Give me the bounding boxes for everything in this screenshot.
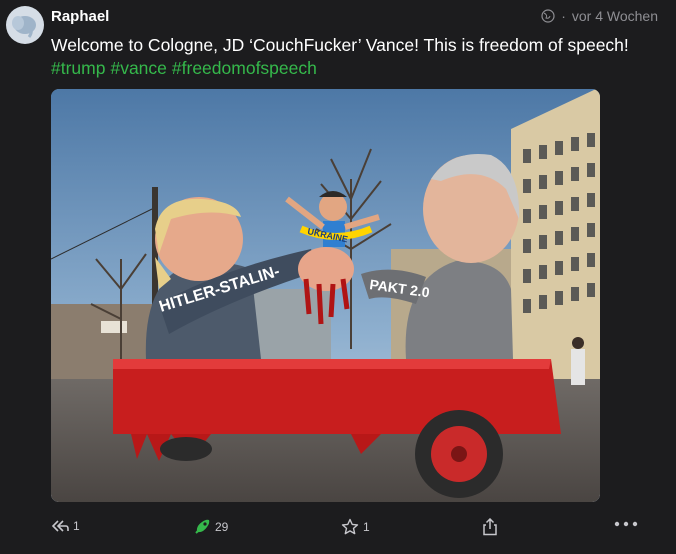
elephant-avatar-icon: [12, 16, 36, 38]
hashtag-list: #trump #vance #freedomofspeech: [51, 57, 661, 80]
more-options-button[interactable]: [614, 521, 638, 527]
rocket-boost-icon: [195, 519, 210, 534]
reply-all-icon: [51, 520, 69, 532]
author-name[interactable]: Raphael: [51, 8, 109, 25]
hashtag-link[interactable]: #vance: [110, 58, 166, 78]
reply-button[interactable]: 1: [51, 518, 80, 534]
post-time[interactable]: vor 4 Wochen: [572, 8, 658, 24]
star-icon: [341, 518, 359, 535]
post-meta: · vor 4 Wochen: [541, 8, 658, 24]
post-content: Welcome to Cologne, JD ‘CouchFucker’ Van…: [51, 34, 661, 80]
globe-icon: [541, 9, 555, 23]
share-button[interactable]: [482, 518, 498, 536]
carnival-float-image: HITLER-STALIN- PAKT 2.0 UKRAINE: [51, 89, 600, 502]
post-image[interactable]: HITLER-STALIN- PAKT 2.0 UKRAINE: [51, 89, 600, 502]
boost-button[interactable]: 29: [193, 518, 228, 536]
reply-count: 1: [73, 519, 80, 533]
hashtag-link[interactable]: #trump: [51, 58, 105, 78]
share-icon: [483, 518, 497, 536]
separator-dot: ·: [561, 8, 566, 24]
avatar[interactable]: [6, 6, 44, 44]
favourite-count: 1: [363, 520, 370, 534]
boost-count: 29: [215, 520, 229, 534]
post-text: Welcome to Cologne, JD ‘CouchFucker’ Van…: [51, 35, 629, 55]
favourite-button[interactable]: 1: [341, 518, 370, 536]
post-action-bar: 1 29 1: [0, 512, 676, 548]
ellipsis-icon: [614, 521, 638, 527]
hashtag-link[interactable]: #freedomofspeech: [172, 58, 317, 78]
